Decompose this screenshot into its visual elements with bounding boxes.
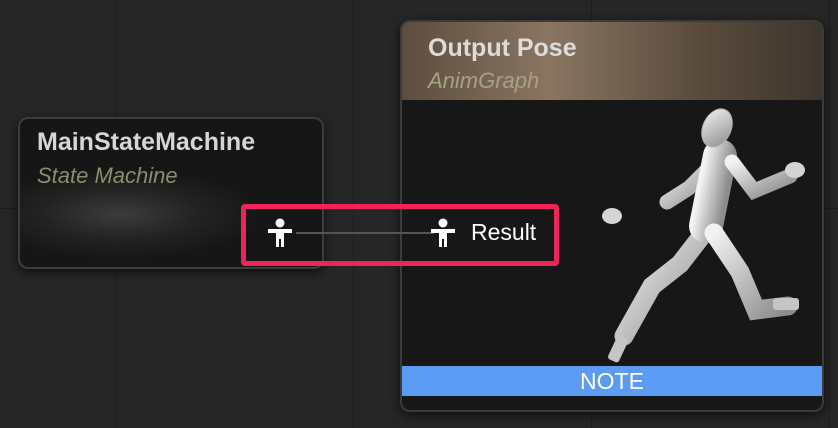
node-subtitle: AnimGraph: [428, 68, 540, 93]
node-title: Output Pose: [428, 34, 577, 62]
note-bar[interactable]: NOTE: [402, 366, 822, 396]
node-title: MainStateMachine: [37, 128, 256, 156]
node-subtitle: State Machine: [37, 163, 178, 188]
connection-highlight-box: [241, 204, 559, 266]
running-mannequin-icon: [602, 108, 805, 363]
node-header: Output Pose AnimGraph: [402, 22, 822, 100]
